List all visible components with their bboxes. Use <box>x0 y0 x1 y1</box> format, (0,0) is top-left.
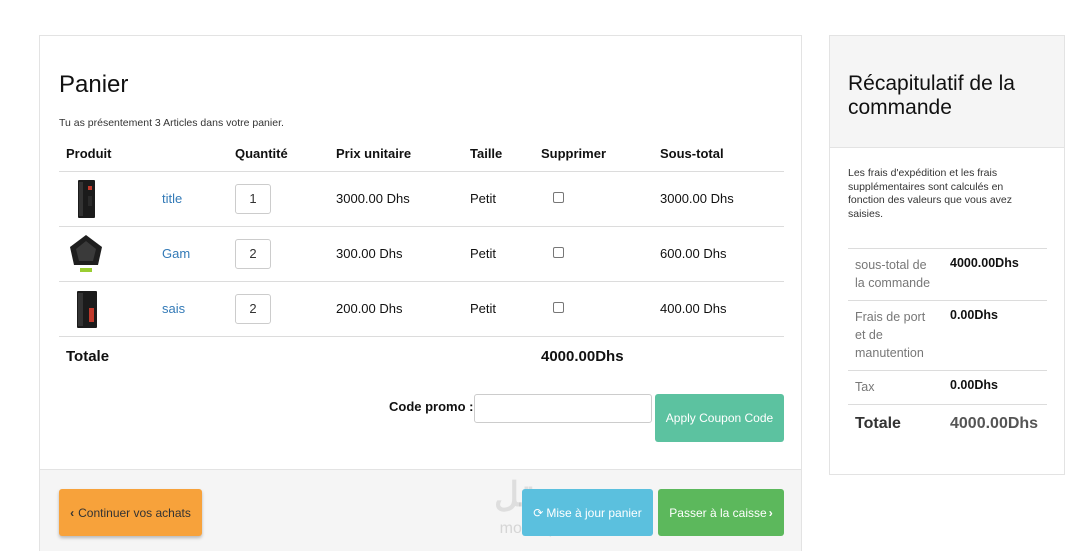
chevron-left-icon: ‹ <box>70 505 75 520</box>
summary-row: Tax 0.00Dhs <box>848 370 1047 405</box>
summary-total-value: 4000.00Dhs <box>943 404 1047 441</box>
quantity-input[interactable]: 1 <box>235 183 271 214</box>
pc-tower-image[interactable] <box>66 178 106 220</box>
col-header-subtotal: Sous-total <box>653 137 784 172</box>
summary-total-label: Totale <box>848 404 943 441</box>
cart-panel: Panier Tu as présentement 3 Articles dan… <box>39 35 802 551</box>
checkout-label: Passer à la caisse <box>669 505 767 520</box>
size-value: Petit <box>463 226 534 282</box>
product-link[interactable]: title <box>162 191 182 206</box>
summary-row-value: 4000.00Dhs <box>943 248 1047 301</box>
page-title: Panier <box>59 71 129 98</box>
quantity-input[interactable]: 2 <box>235 238 271 269</box>
size-value: Petit <box>463 171 534 227</box>
total-value: 4000.00Dhs <box>541 347 624 365</box>
checkout-button[interactable]: Passer à la caisse › <box>658 489 784 536</box>
remove-checkbox[interactable] <box>553 302 564 313</box>
table-row: sais 2 200.00 Dhs Petit 400.00 Dhs <box>59 281 784 337</box>
continue-shopping-label: Continuer vos achats <box>78 505 191 520</box>
col-header-size: Taille <box>463 137 534 172</box>
product-image-cell <box>59 171 155 227</box>
apply-coupon-button[interactable]: Apply Coupon Code <box>655 394 784 442</box>
table-header-row: Produit Quantité Prix unitaire Taille Su… <box>59 137 784 172</box>
cart-table: Produit Quantité Prix unitaire Taille Su… <box>59 137 784 376</box>
unit-price: 300.00 Dhs <box>329 226 463 282</box>
col-header-remove: Supprimer <box>534 137 653 172</box>
summary-row: sous-total de la commande 4000.00Dhs <box>848 248 1047 301</box>
col-header-product: Produit <box>59 137 155 172</box>
product-link[interactable]: sais <box>162 301 185 316</box>
unit-price: 200.00 Dhs <box>329 281 463 337</box>
row-subtotal: 3000.00 Dhs <box>653 171 784 227</box>
chevron-right-icon: › <box>768 505 773 520</box>
table-row: Gam 2 300.00 Dhs Petit 600.00 Dhs <box>59 226 784 282</box>
remove-checkbox[interactable] <box>553 192 564 203</box>
summary-total-row: Totale 4000.00Dhs <box>848 404 1047 441</box>
remove-checkbox[interactable] <box>553 247 564 258</box>
order-summary-panel: Récapitulatif de la commande Les frais d… <box>829 35 1065 475</box>
summary-row-value: 0.00Dhs <box>943 300 1047 371</box>
summary-table: sous-total de la commande 4000.00Dhs Fra… <box>848 248 1047 441</box>
order-summary-title: Récapitulatif de la commande <box>848 72 1015 119</box>
cart-footer: مستقل mostaql.com ‹ Continuer vos achats… <box>40 469 801 551</box>
row-subtotal: 400.00 Dhs <box>653 281 784 337</box>
total-row: Totale 4000.00Dhs <box>59 336 784 376</box>
product-image-cell <box>59 226 155 282</box>
row-subtotal: 600.00 Dhs <box>653 226 784 282</box>
summary-row-label: Frais de port et de manutention <box>848 300 943 371</box>
update-cart-button[interactable]: ⟳ Mise à jour panier <box>522 489 653 536</box>
col-header-unit-price: Prix unitaire <box>329 137 463 172</box>
quantity-input[interactable]: 2 <box>235 293 271 324</box>
table-row: title 1 3000.00 Dhs Petit 3000.00 Dhs <box>59 171 784 227</box>
summary-row-label: Tax <box>848 370 943 405</box>
product-link[interactable]: Gam <box>162 246 190 261</box>
col-header-name <box>155 137 228 172</box>
summary-row-label: sous-total de la commande <box>848 248 943 301</box>
product-image-cell <box>59 281 155 337</box>
promo-label: Code promo : <box>389 399 474 414</box>
shipping-note: Les frais d'expédition et les frais supp… <box>848 167 1013 220</box>
summary-row: Frais de port et de manutention 0.00Dhs <box>848 300 1047 371</box>
promo-code-input[interactable] <box>474 394 652 423</box>
continue-shopping-button[interactable]: ‹ Continuer vos achats <box>59 489 202 536</box>
unit-price: 3000.00 Dhs <box>329 171 463 227</box>
size-value: Petit <box>463 281 534 337</box>
total-label: Totale <box>66 347 110 365</box>
order-summary-header: Récapitulatif de la commande <box>830 36 1064 148</box>
col-header-quantity: Quantité <box>228 137 329 172</box>
cart-count-text: Tu as présentement 3 Articles dans votre… <box>59 117 284 129</box>
summary-row-value: 0.00Dhs <box>943 370 1047 405</box>
update-cart-label: Mise à jour panier <box>546 505 642 520</box>
pc-tower-image[interactable] <box>66 288 106 330</box>
refresh-icon: ⟳ <box>533 505 544 520</box>
gaming-pc-image[interactable] <box>66 233 106 275</box>
